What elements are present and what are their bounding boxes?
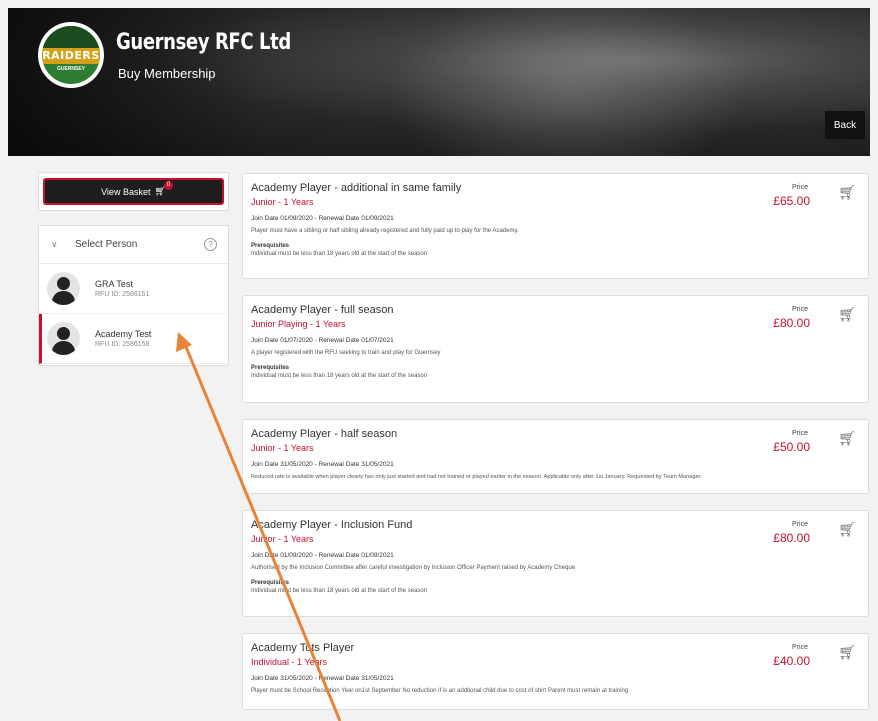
membership-category: Junior - 1 Years — [251, 534, 314, 544]
membership-price: £50.00 — [773, 440, 810, 454]
membership-category: Junior - 1 Years — [251, 443, 314, 453]
add-to-cart-icon[interactable]: 🛒︎ — [838, 521, 856, 538]
club-name: Guernsey RFC Ltd — [116, 30, 291, 55]
membership-title: Academy Player - Inclusion Fund — [251, 519, 413, 531]
membership-description: A player registered with the RFU seeking… — [251, 350, 441, 356]
membership-title: Academy Player - half season — [251, 428, 398, 440]
membership-title: Academy Player - full season — [251, 304, 394, 316]
prerequisite-text: Individual must be less than 18 years ol… — [251, 373, 428, 379]
person-item-academy-test[interactable]: Academy Test RFU ID: 2586158 — [39, 314, 228, 364]
membership-price: £80.00 — [773, 316, 810, 330]
avatar — [47, 322, 80, 355]
prerequisites-heading: Prerequisites — [251, 580, 290, 586]
add-to-cart-icon[interactable]: 🛒︎ — [838, 184, 856, 201]
membership-title: Academy Player - additional in same fami… — [251, 182, 462, 194]
basket-icon: 🛒︎ 0 — [154, 181, 173, 197]
membership-card: Academy Tots Player Individual - 1 Years… — [242, 633, 869, 710]
membership-price: £65.00 — [773, 194, 810, 208]
membership-category: Junior - 1 Years — [251, 197, 314, 207]
price-label: Price — [792, 184, 808, 191]
membership-card: Academy Player - half season Junior - 1 … — [242, 419, 869, 494]
select-person-panel: ∨ Select Person ? GRA Test RFU ID: 25861… — [38, 225, 229, 366]
basket-panel: View Basket 🛒︎ 0 — [38, 172, 229, 211]
membership-dates: Join Date 01/09/2020 - Renewal Date 01/0… — [251, 552, 394, 559]
person-item-gra-test[interactable]: GRA Test RFU ID: 2586151 — [39, 264, 228, 314]
membership-card: Academy Player - full season Junior Play… — [242, 295, 869, 403]
membership-description: Player must have a sibling or half sibli… — [251, 228, 519, 234]
select-person-header[interactable]: ∨ Select Person ? — [39, 226, 228, 264]
price-label: Price — [792, 430, 808, 437]
person-name: GRA Test — [95, 279, 133, 289]
select-person-title: Select Person — [75, 239, 138, 250]
membership-category: Individual - 1 Years — [251, 657, 328, 667]
membership-dates: Join Date 31/05/2020 - Renewal Date 31/0… — [251, 675, 394, 682]
membership-card: Academy Player - additional in same fami… — [242, 173, 869, 279]
back-button[interactable]: Back — [825, 111, 865, 139]
add-to-cart-icon[interactable]: 🛒︎ — [838, 644, 856, 661]
membership-price: £40.00 — [773, 654, 810, 668]
header-banner: RAIDERS GUERNSEY Guernsey RFC Ltd Buy Me… — [8, 8, 870, 156]
avatar — [47, 272, 80, 305]
membership-dates: Join Date 31/05/2020 - Renewal Date 31/0… — [251, 461, 394, 468]
logo-text: RAIDERS — [42, 48, 100, 64]
club-logo: RAIDERS GUERNSEY — [38, 22, 104, 88]
basket-count-badge: 0 — [163, 181, 173, 190]
page-subtitle: Buy Membership — [118, 66, 216, 81]
prerequisite-text: Individual must be less than 18 years ol… — [251, 588, 428, 594]
price-label: Price — [792, 644, 808, 651]
membership-title: Academy Tots Player — [251, 642, 355, 654]
membership-category: Junior Playing - 1 Years — [251, 319, 346, 329]
person-rfu-id: RFU ID: 2586151 — [95, 291, 150, 298]
membership-dates: Join Date 01/07/2020 - Renewal Date 01/0… — [251, 337, 394, 344]
help-icon[interactable]: ? — [204, 238, 217, 251]
add-to-cart-icon[interactable]: 🛒︎ — [838, 306, 856, 323]
add-to-cart-icon[interactable]: 🛒︎ — [838, 430, 856, 447]
prerequisites-heading: Prerequisites — [251, 243, 290, 249]
price-label: Price — [792, 306, 808, 313]
price-label: Price — [792, 521, 808, 528]
membership-description: Authorised by the Inclusion Committee af… — [251, 565, 576, 571]
membership-description: Reduced rate is available when player cl… — [251, 474, 702, 480]
logo-subtext: GUERNSEY — [56, 66, 86, 72]
prerequisites-heading: Prerequisites — [251, 365, 290, 371]
membership-price: £80.00 — [773, 531, 810, 545]
view-basket-label: View Basket — [101, 186, 151, 197]
person-name: Academy Test — [95, 329, 152, 339]
prerequisite-text: Individual must be less than 18 years ol… — [251, 251, 428, 257]
membership-description: Player must be School Reception Year on1… — [251, 688, 629, 694]
membership-card: Academy Player - Inclusion Fund Junior -… — [242, 510, 869, 617]
membership-dates: Join Date 01/09/2020 - Renewal Date 01/0… — [251, 215, 394, 222]
view-basket-button[interactable]: View Basket 🛒︎ 0 — [43, 178, 224, 205]
person-rfu-id: RFU ID: 2586158 — [95, 341, 150, 348]
chevron-down-icon: ∨ — [51, 239, 58, 249]
